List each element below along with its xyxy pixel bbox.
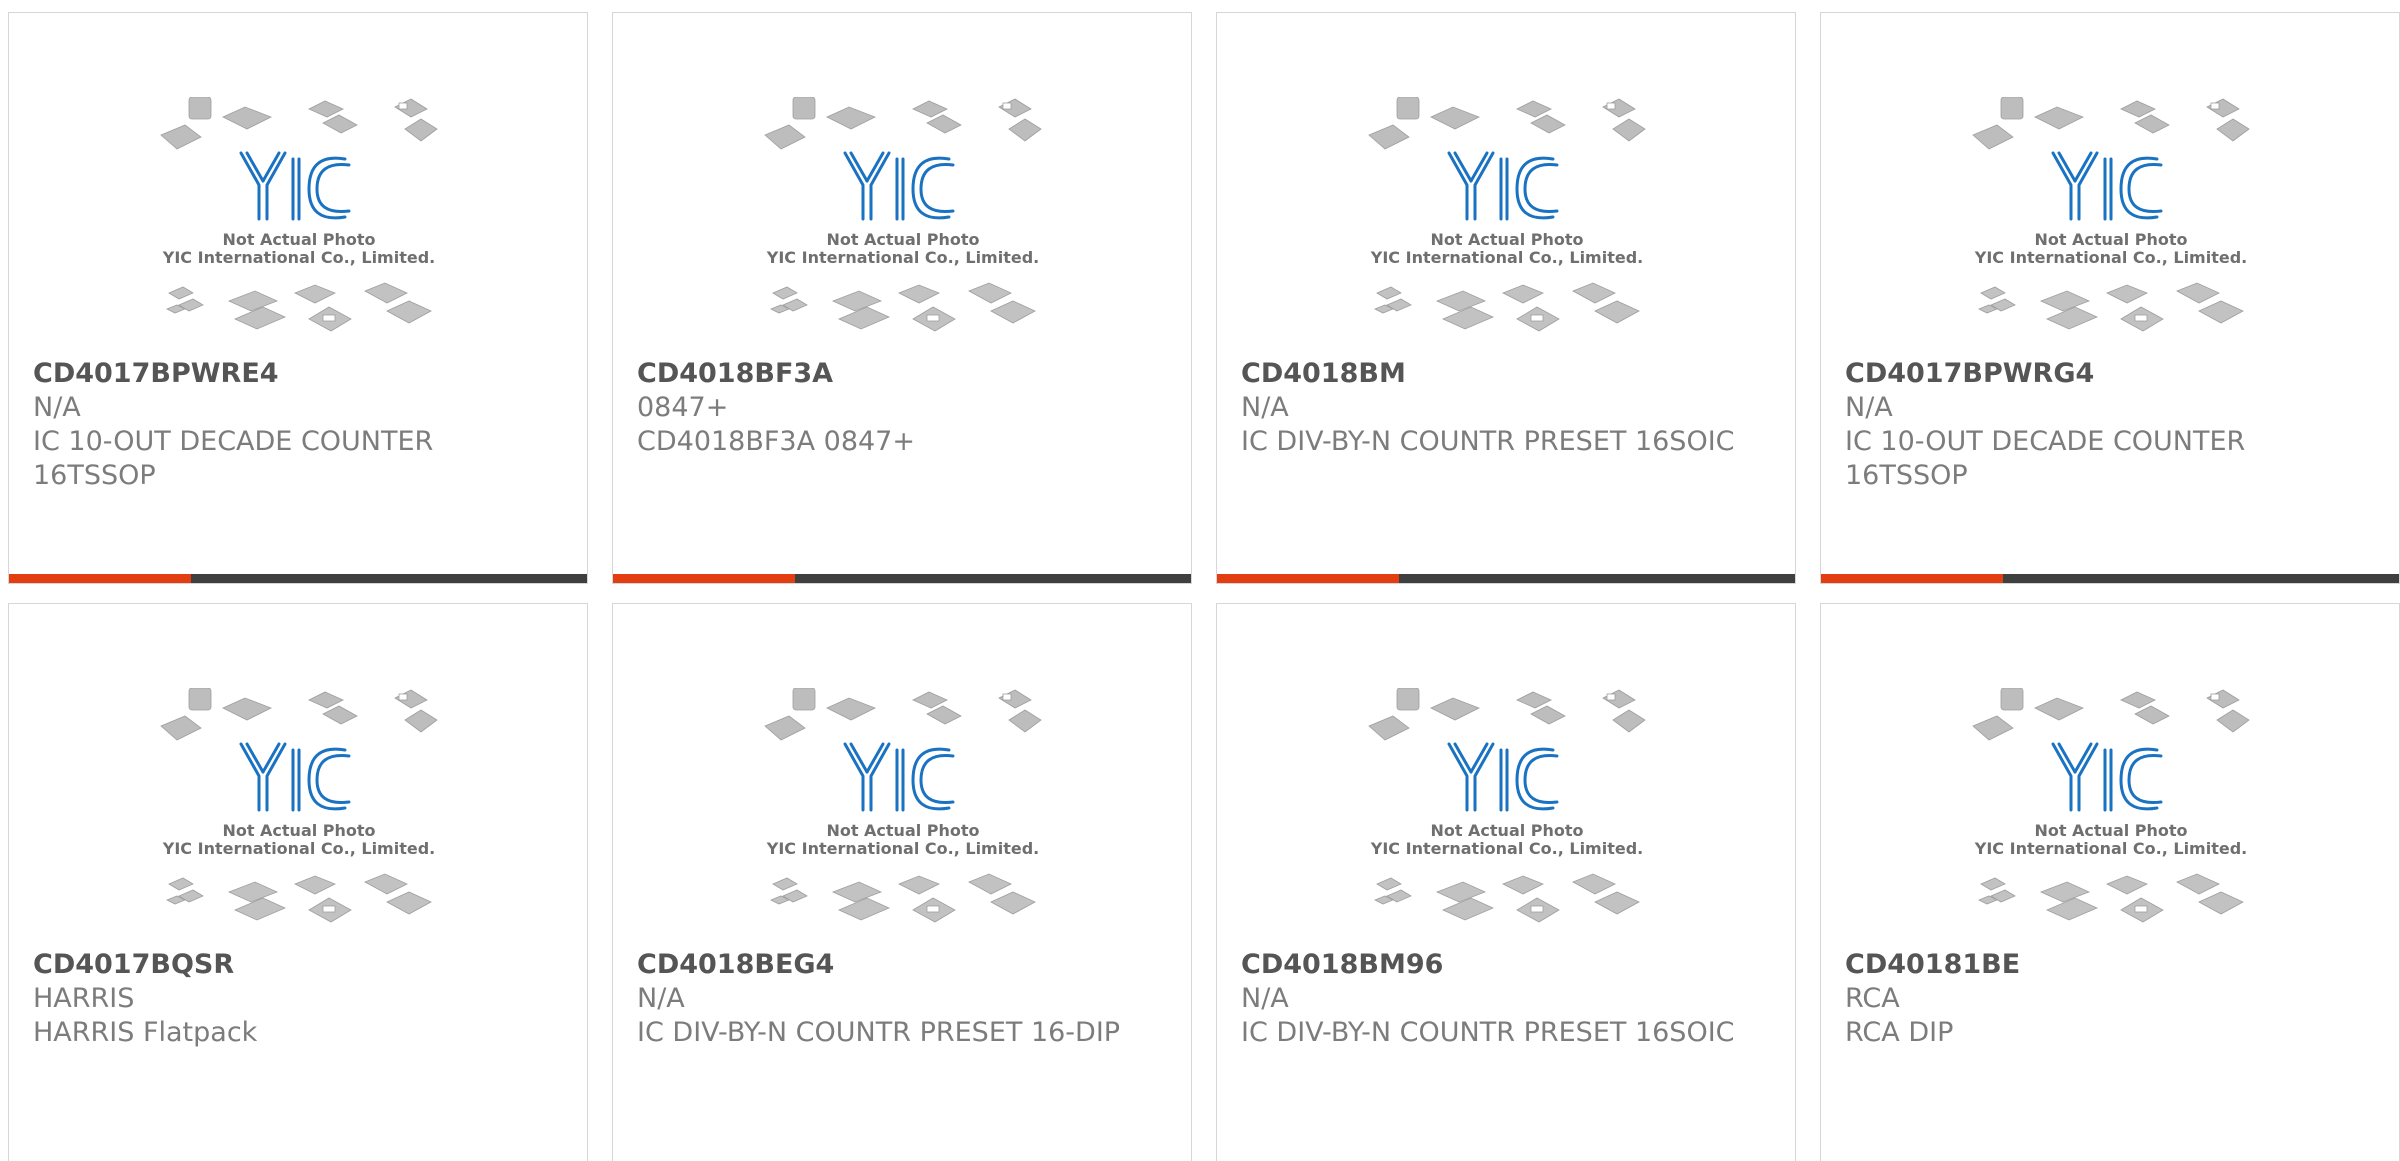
card-bottom-bar (1217, 574, 1795, 583)
part-number[interactable]: CD4018BM (1241, 357, 1771, 391)
part-number[interactable]: CD4018BEG4 (637, 948, 1167, 982)
caption-line1: Not Actual Photo (222, 821, 375, 840)
caption-line1: Not Actual Photo (2034, 821, 2187, 840)
description: IC DIV-BY-N COUNTR PRESET 16SOIC (1241, 426, 1735, 457)
part-number[interactable]: CD4017BPWRG4 (1845, 357, 2375, 391)
manufacturer: RCA (1845, 983, 1900, 1014)
caption-line2: YIC International Co., Limited. (162, 248, 435, 267)
product-card[interactable]: Not Actual Photo YIC International Co., … (8, 12, 588, 584)
product-info: CD4017BQSR HARRIS HARRIS Flatpack (33, 948, 563, 1050)
product-info: CD40181BE RCA RCA DIP (1845, 948, 2375, 1050)
description: IC DIV-BY-N COUNTR PRESET 16SOIC (1241, 1017, 1735, 1048)
product-card[interactable]: Not Actual Photo YIC International Co., … (1820, 12, 2400, 584)
caption-line2: YIC International Co., Limited. (1370, 839, 1643, 858)
caption-line2: YIC International Co., Limited. (1974, 248, 2247, 267)
product-placeholder-image: Not Actual Photo YIC International Co., … (160, 688, 438, 923)
card-bottom-bar (9, 574, 587, 583)
manufacturer: N/A (1845, 392, 1893, 423)
manufacturer: N/A (33, 392, 81, 423)
product-card[interactable]: Not Actual Photo YIC International Co., … (612, 603, 1192, 1161)
product-info: CD4018BM96 N/A IC DIV-BY-N COUNTR PRESET… (1241, 948, 1771, 1050)
caption-line1: Not Actual Photo (1430, 821, 1583, 840)
caption-line1: Not Actual Photo (1430, 230, 1583, 249)
description: HARRIS Flatpack (33, 1017, 258, 1048)
manufacturer: N/A (1241, 983, 1289, 1014)
part-number[interactable]: CD4017BPWRE4 (33, 357, 563, 391)
manufacturer: N/A (1241, 392, 1289, 423)
card-accent-bar (1821, 574, 2003, 583)
product-placeholder-image: Not Actual Photo YIC International Co., … (1972, 97, 2250, 332)
description: RCA DIP (1845, 1017, 1954, 1048)
product-info: CD4018BEG4 N/A IC DIV-BY-N COUNTR PRESET… (637, 948, 1167, 1050)
part-number[interactable]: CD4018BF3A (637, 357, 1167, 391)
product-card[interactable]: Not Actual Photo YIC International Co., … (612, 12, 1192, 584)
description: IC 10-OUT DECADE COUNTER 16TSSOP (33, 426, 434, 491)
product-placeholder-image: Not Actual Photo YIC International Co., … (764, 688, 1042, 923)
part-number[interactable]: CD4018BM96 (1241, 948, 1771, 982)
description: IC 10-OUT DECADE COUNTER 16TSSOP (1845, 426, 2246, 491)
product-info: CD4018BM N/A IC DIV-BY-N COUNTR PRESET 1… (1241, 357, 1771, 459)
manufacturer: HARRIS (33, 983, 135, 1014)
product-card[interactable]: Not Actual Photo YIC International Co., … (1216, 603, 1796, 1161)
product-card[interactable]: Not Actual Photo YIC International Co., … (8, 603, 588, 1161)
card-accent-bar (1217, 574, 1399, 583)
product-grid: Not Actual Photo YIC International Co., … (0, 0, 2400, 1161)
product-placeholder-image: Not Actual Photo YIC International Co., … (1368, 688, 1646, 923)
caption-line1: Not Actual Photo (222, 230, 375, 249)
product-placeholder-image: Not Actual Photo YIC International Co., … (1368, 97, 1646, 332)
product-info: CD4018BF3A 0847+ CD4018BF3A 0847+ (637, 357, 1167, 459)
caption-line1: Not Actual Photo (2034, 230, 2187, 249)
product-info: CD4017BPWRE4 N/A IC 10-OUT DECADE COUNTE… (33, 357, 563, 493)
product-card[interactable]: Not Actual Photo YIC International Co., … (1820, 603, 2400, 1161)
card-bottom-bar (1821, 574, 2399, 583)
card-bottom-bar (613, 574, 1191, 583)
card-accent-bar (613, 574, 795, 583)
caption-line2: YIC International Co., Limited. (162, 839, 435, 858)
manufacturer: N/A (637, 983, 685, 1014)
description: IC DIV-BY-N COUNTR PRESET 16-DIP (637, 1017, 1121, 1048)
product-placeholder-image: Not Actual Photo YIC International Co., … (1972, 688, 2250, 923)
description: CD4018BF3A 0847+ (637, 426, 915, 457)
caption-line2: YIC International Co., Limited. (766, 839, 1039, 858)
caption-line1: Not Actual Photo (826, 230, 979, 249)
product-card[interactable]: Not Actual Photo YIC International Co., … (1216, 12, 1796, 584)
manufacturer: 0847+ (637, 392, 729, 423)
part-number[interactable]: CD4017BQSR (33, 948, 563, 982)
caption-line2: YIC International Co., Limited. (766, 248, 1039, 267)
product-info: CD4017BPWRG4 N/A IC 10-OUT DECADE COUNTE… (1845, 357, 2375, 493)
card-accent-bar (9, 574, 191, 583)
product-placeholder-image: Not Actual Photo YIC International Co., … (764, 97, 1042, 332)
caption-line2: YIC International Co., Limited. (1370, 248, 1643, 267)
part-number[interactable]: CD40181BE (1845, 948, 2375, 982)
product-placeholder-image: Not Actual Photo YIC International Co., … (160, 97, 438, 332)
caption-line2: YIC International Co., Limited. (1974, 839, 2247, 858)
caption-line1: Not Actual Photo (826, 821, 979, 840)
